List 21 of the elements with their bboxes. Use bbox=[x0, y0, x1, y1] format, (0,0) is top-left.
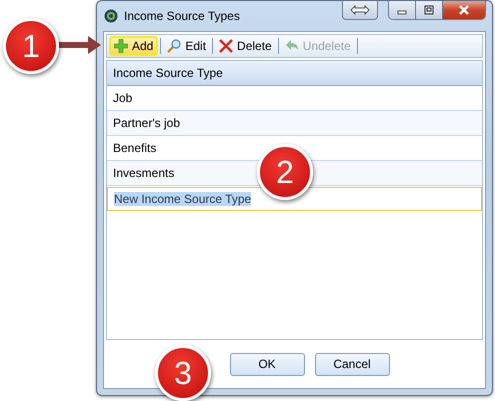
edit-button[interactable]: Edit bbox=[163, 36, 210, 56]
window-title: Income Source Types bbox=[124, 9, 240, 23]
cross-icon bbox=[219, 39, 234, 53]
callout-number: 1 bbox=[3, 18, 59, 74]
resize-button[interactable] bbox=[342, 1, 378, 20]
close-icon bbox=[458, 5, 470, 15]
maximize-icon bbox=[424, 5, 434, 15]
magnifier-icon bbox=[167, 39, 182, 53]
plus-icon bbox=[114, 39, 128, 53]
app-icon bbox=[104, 9, 118, 23]
close-button[interactable] bbox=[443, 1, 485, 19]
arrow-icon bbox=[56, 35, 102, 55]
add-button[interactable]: Add bbox=[109, 36, 158, 56]
maximize-button[interactable] bbox=[416, 1, 443, 19]
double-arrow-icon bbox=[350, 5, 370, 15]
grid-row[interactable]: Partner's job bbox=[107, 111, 482, 136]
delete-button[interactable]: Delete bbox=[215, 36, 276, 56]
column-header[interactable]: Income Source Type bbox=[107, 61, 482, 86]
ok-button[interactable]: OK bbox=[230, 352, 304, 376]
cancel-button[interactable]: Cancel bbox=[314, 352, 390, 376]
minimize-button[interactable] bbox=[389, 1, 416, 19]
